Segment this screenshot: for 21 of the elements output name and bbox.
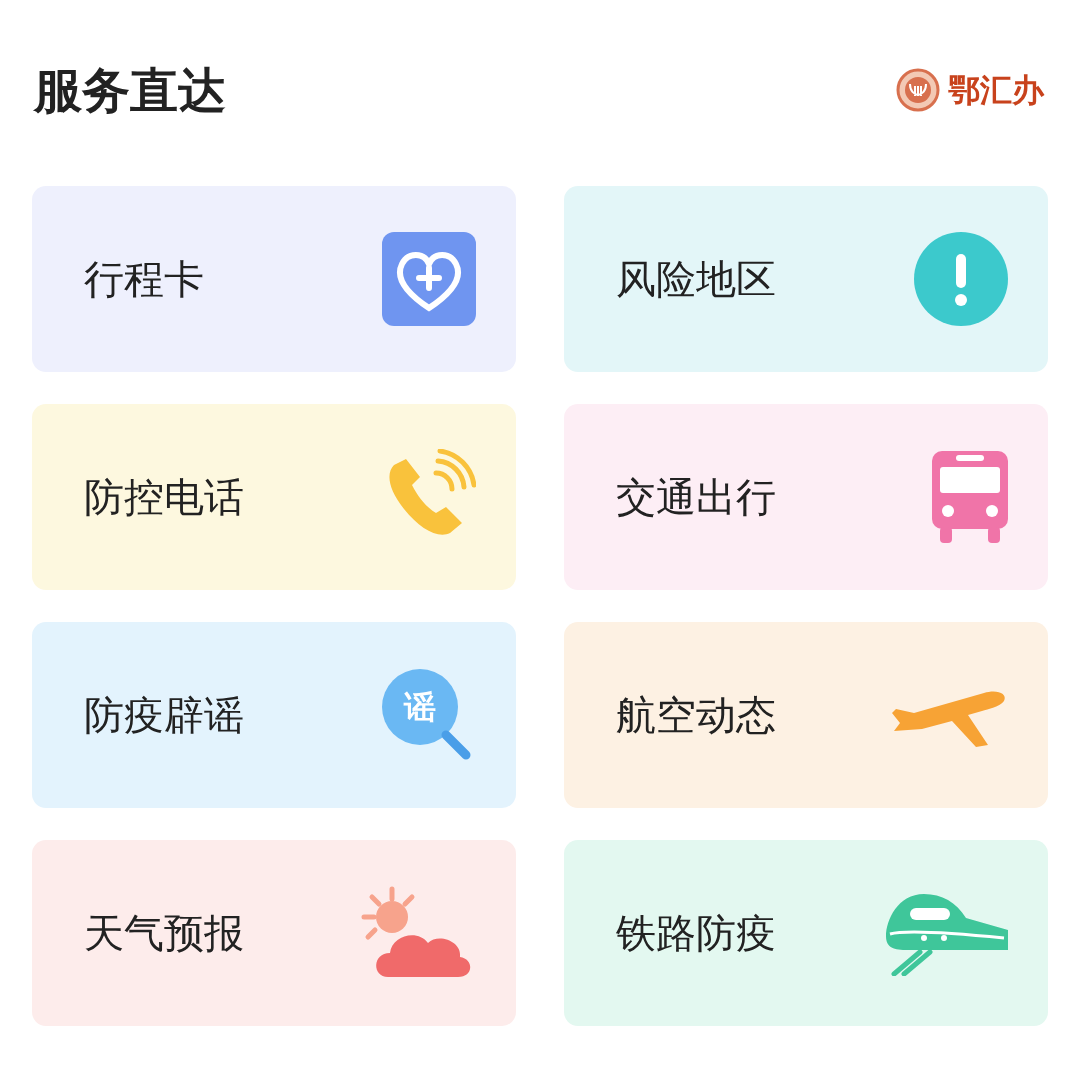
brand-name: 鄂汇办 (948, 70, 1044, 111)
service-label: 铁路防疫 (616, 909, 776, 958)
service-label: 风险地区 (616, 255, 776, 304)
section-title: 服务直达 (34, 61, 226, 120)
service-card[interactable]: 行程卡 (32, 186, 516, 372)
service-label: 天气预报 (84, 909, 244, 958)
service-card[interactable]: 天气预报 (32, 840, 516, 1026)
service-label: 交通出行 (616, 473, 776, 522)
service-label: 航空动态 (616, 691, 776, 740)
alert-icon (914, 232, 1008, 326)
service-card[interactable]: 铁路防疫 (564, 840, 1048, 1026)
service-card[interactable]: 防疫辟谣 谣 (32, 622, 516, 808)
service-card[interactable]: 航空动态 (564, 622, 1048, 808)
service-card[interactable]: 防控电话 (32, 404, 516, 590)
service-label: 行程卡 (84, 255, 204, 304)
service-card[interactable]: 交通出行 (564, 404, 1048, 590)
service-label: 防控电话 (84, 473, 244, 522)
bus-icon (932, 449, 1008, 545)
service-label: 防疫辟谣 (84, 691, 244, 740)
lyre-logo-icon (896, 68, 940, 112)
service-card[interactable]: 风险地区 (564, 186, 1048, 372)
